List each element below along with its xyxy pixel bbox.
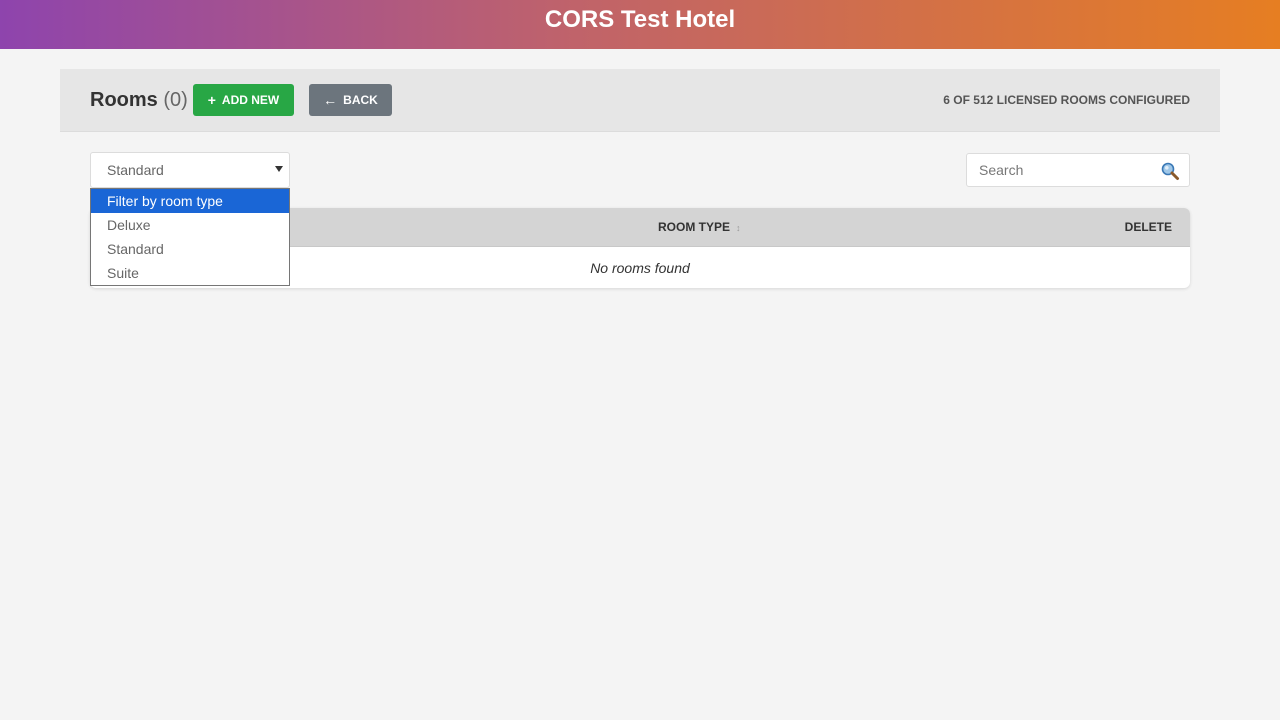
licensed-rooms-status: 6 OF 512 LICENSED ROOMS CONFIGURED — [943, 93, 1190, 107]
back-label: BACK — [343, 93, 378, 107]
plus-icon: + — [207, 92, 216, 108]
arrow-left-icon: ← — [323, 92, 338, 108]
page-title: Rooms (0) — [90, 89, 188, 111]
chevron-down-icon — [275, 166, 283, 172]
room-type-filter-dropdown: Filter by room type Deluxe Standard Suit… — [90, 188, 290, 286]
back-button[interactable]: ← BACK — [309, 84, 392, 116]
column-header-room-type[interactable]: ROOM TYPE ↕ — [658, 220, 741, 234]
search-icon[interactable] — [1160, 161, 1180, 181]
add-new-label: ADD NEW — [221, 93, 280, 107]
filter-option-standard[interactable]: Standard — [91, 237, 289, 261]
room-type-filter-value: Standard — [107, 162, 164, 178]
search-field — [966, 153, 1190, 187]
rooms-count: (0) — [163, 89, 188, 111]
add-new-button[interactable]: + ADD NEW — [193, 84, 294, 116]
app-header: CORS Test Hotel — [0, 0, 1280, 49]
filter-option-suite[interactable]: Suite — [91, 261, 289, 285]
search-input[interactable] — [967, 154, 1147, 186]
rooms-toolbar: Rooms (0) + ADD NEW ← BACK 6 OF 512 LICE… — [60, 69, 1220, 132]
room-type-header-label: ROOM TYPE — [658, 220, 731, 234]
sort-icon: ↕ — [736, 223, 741, 233]
column-header-delete: DELETE — [1124, 220, 1172, 234]
rooms-label: Rooms — [90, 89, 158, 111]
hotel-title: CORS Test Hotel — [544, 6, 736, 33]
filter-option-deluxe[interactable]: Deluxe — [91, 213, 289, 237]
filter-option-all[interactable]: Filter by room type — [91, 189, 289, 213]
room-type-filter-select[interactable]: Standard — [90, 152, 290, 188]
